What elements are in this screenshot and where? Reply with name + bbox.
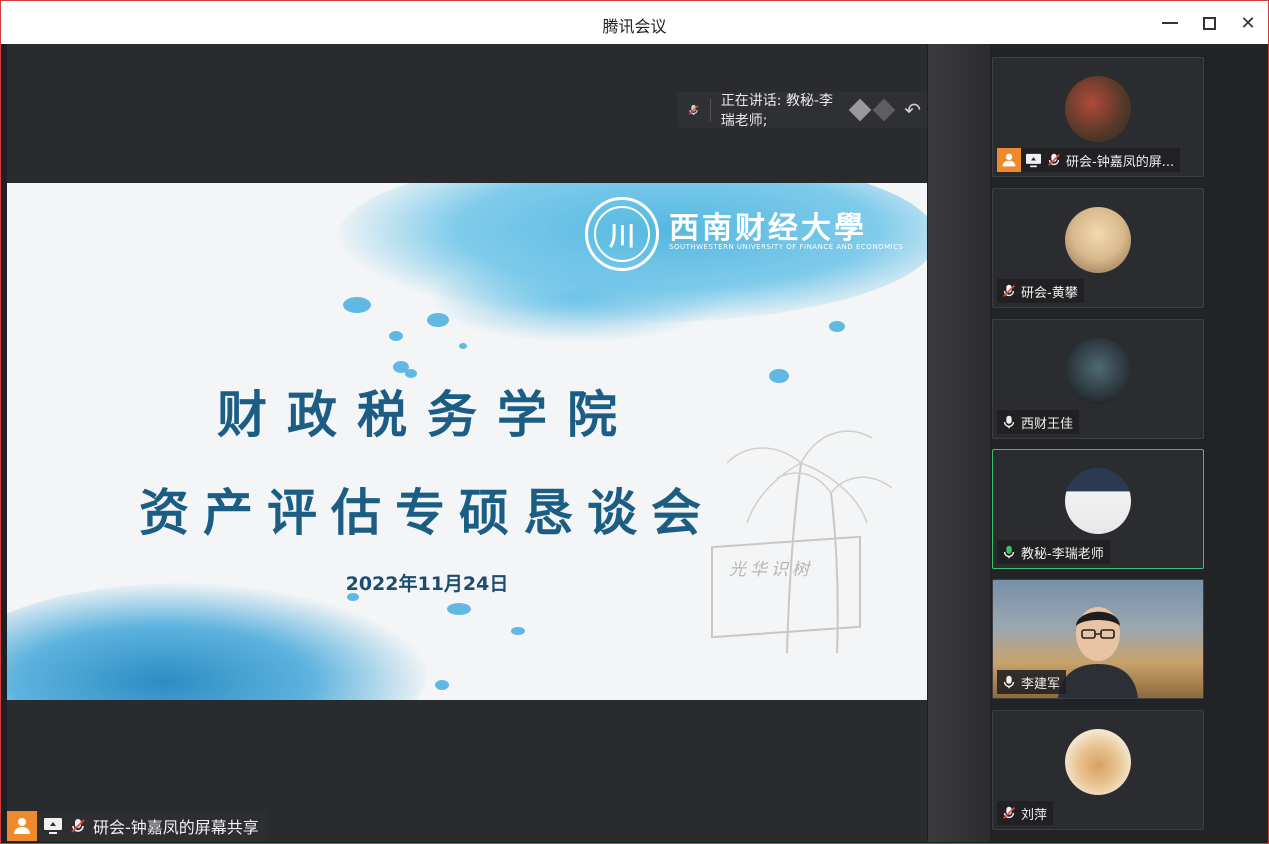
participant-name: 李建军 [1021,676,1061,692]
participant-name: 研会-钟嘉凤的屏... [1066,154,1175,170]
ink-dot [829,321,845,332]
participant-tile[interactable]: 研会-钟嘉凤的屏... [992,57,1204,177]
participant-tile[interactable]: 研会-黄攀 [992,188,1204,308]
mic-muted-icon [1001,805,1017,821]
speaking-indicator: 正在讲话: 教秘-李瑞老师; ↶ [677,92,927,129]
shared-screen-stage: 正在讲话: 教秘-李瑞老师; ↶ 川 西南财经大學 SOUTHWESTERN U… [7,44,927,842]
ink-splash-bottom [7,583,427,700]
ink-dot [447,603,471,615]
ink-dot [427,313,449,327]
divider [710,99,711,121]
ink-splash-top-secondary [427,253,727,343]
ink-dot [459,343,467,349]
university-name: 西南财经大學 [669,211,867,246]
meeting-window: 腾讯会议 ✕ 正在讲话: 教秘-李瑞老师; ↶ 川 西南财经大學 SOUTHWE… [0,0,1269,844]
participant-name-tag: 研会-黄攀 [997,279,1084,303]
participant-tile[interactable]: 西财王佳 [992,319,1204,439]
screen-share-icon [1025,153,1042,168]
annotation-controls: ↶ [848,98,921,122]
mic-icon [1001,674,1017,690]
slide-title-line1: 财政税务学院 [217,386,637,444]
university-logo: 川 [585,197,659,271]
mic-speaking-icon [1001,544,1017,560]
university-logo-glyph: 川 [594,206,650,262]
avatar [1065,729,1131,795]
participant-tile[interactable]: 刘萍 [992,710,1204,830]
avatar [1065,468,1131,534]
mic-icon [1001,414,1017,430]
mic-muted-icon [1001,283,1017,299]
video-person [1058,607,1138,698]
minimize-icon [1162,22,1178,24]
ink-dot [511,627,525,635]
ink-dot [435,680,449,690]
highlighter-tool-icon[interactable] [872,98,896,122]
ink-dot [389,331,403,341]
participant-tile-active[interactable]: 教秘-李瑞老师 [992,449,1204,569]
host-user-icon [997,148,1021,172]
participant-tile-video[interactable]: 李建军 [992,579,1204,699]
slide-date: 2022年11月24日 [345,573,509,595]
participant-name: 刘萍 [1021,807,1048,823]
presentation-slide: 川 西南财经大學 SOUTHWESTERN UNIVERSITY OF FINA… [7,183,927,700]
slide-title-line2: 资产评估专硕恳谈会 [139,484,715,542]
participant-name-tag: 教秘-李瑞老师 [997,540,1110,564]
participant-name: 教秘-李瑞老师 [1021,546,1104,562]
minimize-button[interactable] [1156,9,1184,37]
sidebar-edge [928,44,990,842]
mic-muted-icon [69,817,87,835]
mic-muted-icon [688,104,699,116]
maximize-icon [1202,16,1216,30]
undo-arrow-icon[interactable]: ↶ [904,98,921,122]
title-bar: 腾讯会议 ✕ [1,1,1268,44]
ink-dot [343,297,371,313]
screen-share-icon [43,817,63,835]
screen-share-label: 研会-钟嘉凤的屏幕共享 [7,811,267,841]
avatar [1065,207,1131,273]
close-button[interactable]: ✕ [1234,9,1262,37]
participant-name-tag: 研会-钟嘉凤的屏... [997,148,1181,172]
mic-muted-icon [1046,152,1062,168]
participant-name-tag: 李建军 [997,670,1067,694]
pen-tool-icon[interactable] [848,98,872,122]
participant-name-tag: 刘萍 [997,801,1054,825]
university-name-en: SOUTHWESTERN UNIVERSITY OF FINANCE AND E… [669,243,904,251]
speaking-label: 正在讲话: 教秘-李瑞老师; [720,93,834,129]
maximize-button[interactable] [1195,9,1223,37]
avatar [1065,76,1131,142]
window-title: 腾讯会议 [602,17,667,36]
participant-name: 研会-黄攀 [1021,285,1078,301]
screen-share-owner: 研会-钟嘉凤的屏幕共享 [93,818,259,837]
participant-name: 西财王佳 [1021,416,1074,432]
avatar [1065,338,1131,404]
host-user-icon [7,811,37,841]
participant-name-tag: 西财王佳 [997,410,1080,434]
